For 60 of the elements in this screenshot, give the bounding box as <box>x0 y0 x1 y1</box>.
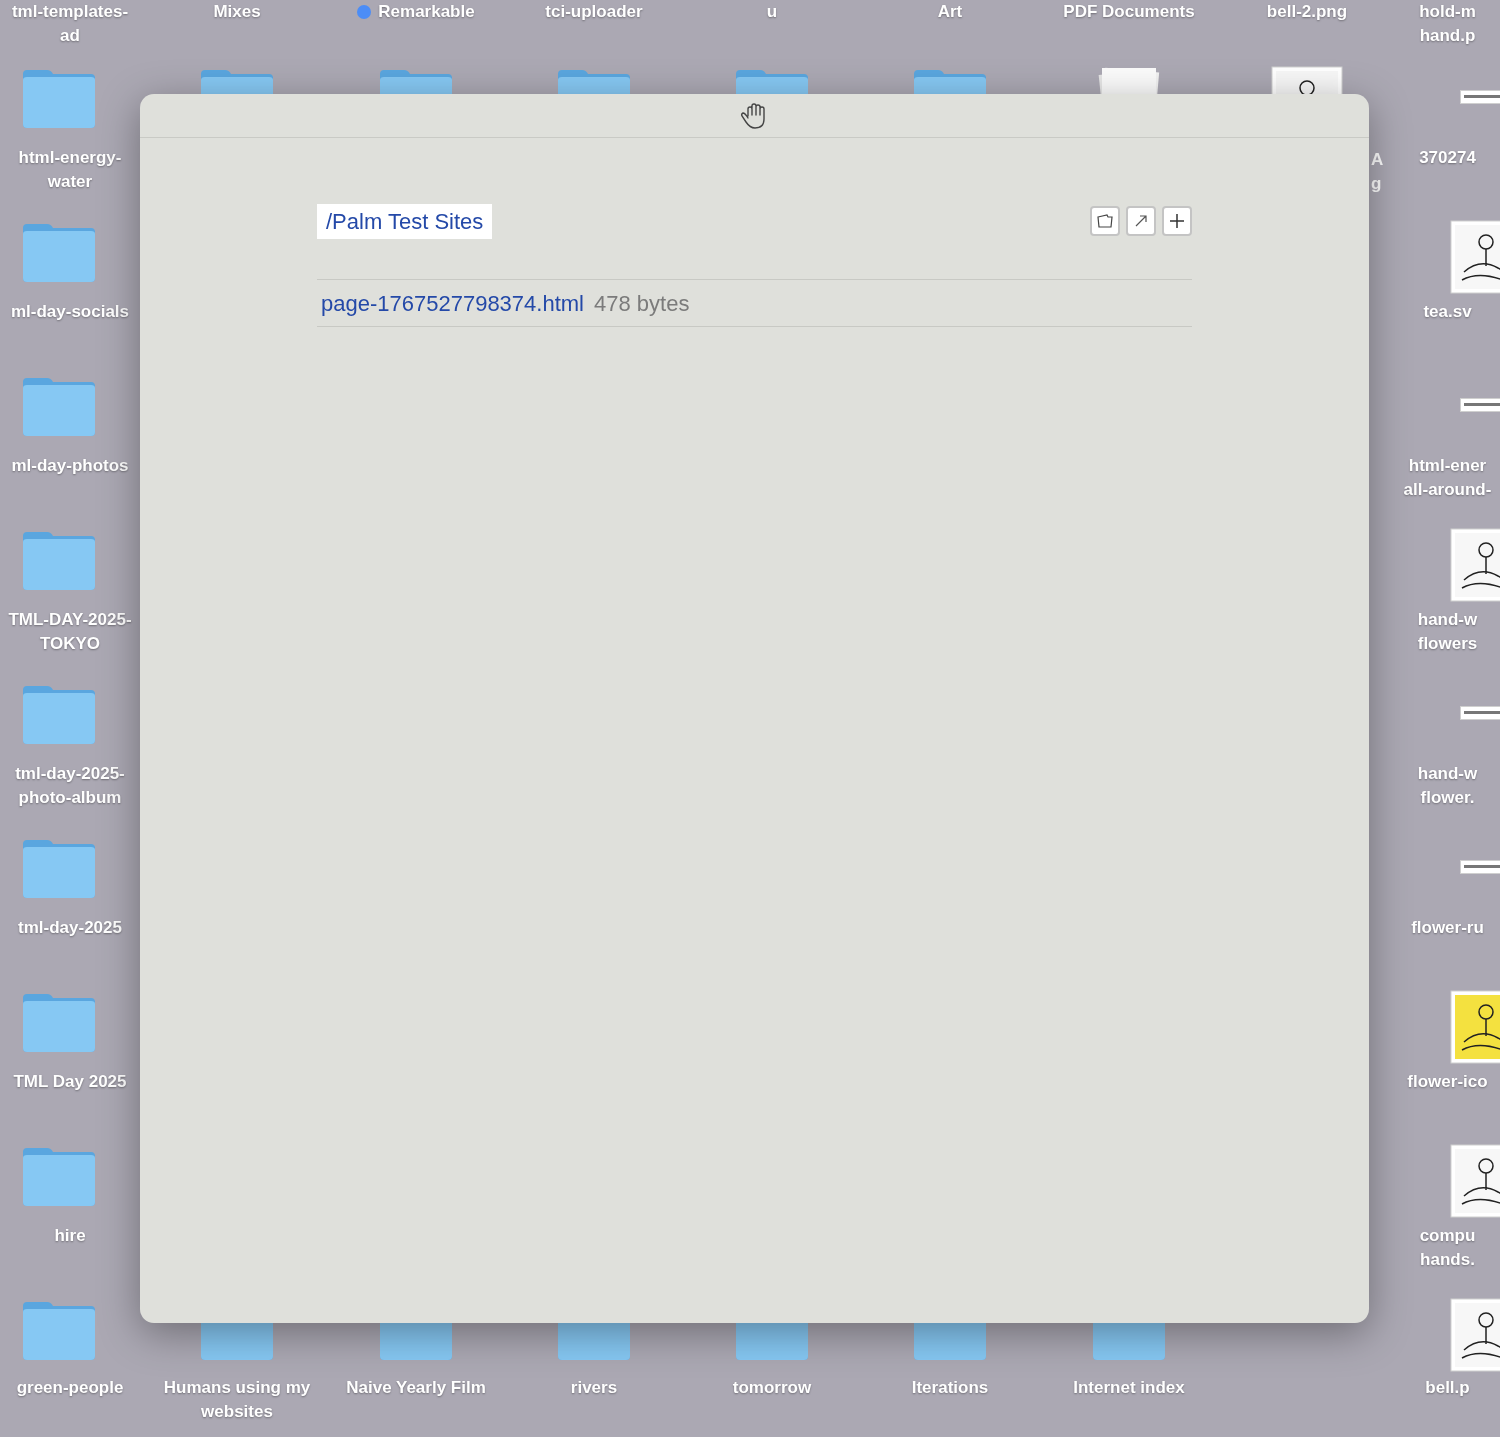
file-label[interactable]: Mixes <box>213 0 261 24</box>
file-label[interactable]: Internet index <box>1073 1376 1185 1400</box>
file-label[interactable]: flower. <box>1420 786 1475 810</box>
file-label[interactable]: photo-album <box>18 786 122 810</box>
path-label: /Palm Test Sites <box>317 203 493 239</box>
file-label[interactable]: Humans using my <box>163 1376 311 1400</box>
file-label[interactable]: ad <box>60 24 80 48</box>
folder-icon[interactable] <box>378 1323 454 1362</box>
file-label[interactable]: hold-m <box>1419 0 1476 24</box>
add-button[interactable] <box>1162 206 1192 236</box>
file-label[interactable]: flowers <box>1417 632 1478 656</box>
folder-icon[interactable] <box>199 1323 275 1362</box>
file-label[interactable]: Remarkable <box>378 0 475 24</box>
file-label[interactable]: TML Day 2025 <box>13 1070 127 1094</box>
file-label[interactable]: hands. <box>1420 1248 1475 1272</box>
file-label[interactable]: rivers <box>570 1376 618 1400</box>
file-label[interactable]: compu <box>1419 1224 1476 1248</box>
file-label[interactable]: Naive Yearly Film <box>346 1376 486 1400</box>
arrow-icon <box>1134 214 1148 228</box>
folder-icon[interactable] <box>556 1323 632 1362</box>
file-label[interactable]: TOKYO <box>39 632 101 656</box>
file-label[interactable]: ml-day-photos <box>11 454 129 478</box>
file-size: 478 bytes <box>594 289 690 318</box>
file-label[interactable]: hand-w <box>1417 608 1478 632</box>
file-label[interactable]: A <box>1371 148 1384 172</box>
plus-icon <box>1169 213 1185 229</box>
file-label[interactable]: hire <box>54 1224 86 1248</box>
file-label[interactable]: html-energy- <box>18 146 122 170</box>
file-label[interactable]: tomorrow <box>732 1376 812 1400</box>
file-label[interactable]: TML-DAY-2025- <box>8 608 132 632</box>
file-label[interactable]: Iterations <box>911 1376 989 1400</box>
file-label[interactable]: green-people <box>16 1376 124 1400</box>
file-label[interactable]: hand.p <box>1419 24 1476 48</box>
file-label[interactable]: tea.sv <box>1423 300 1472 324</box>
folder-icon[interactable] <box>1091 1323 1167 1362</box>
file-label[interactable]: all-around- <box>1403 478 1492 502</box>
file-link[interactable]: page-1767527798374.html <box>321 286 584 320</box>
file-label[interactable]: websites <box>201 1400 273 1424</box>
file-label[interactable]: water <box>47 170 93 194</box>
file-label[interactable]: ml-day-socials <box>10 300 130 324</box>
file-label[interactable]: tml-day-2025 <box>18 916 122 940</box>
file-label[interactable]: html-ener <box>1408 454 1487 478</box>
file-label[interactable]: tci-uploader <box>545 0 643 24</box>
file-label[interactable]: 370274 <box>1419 146 1476 170</box>
folder-icon[interactable] <box>734 1323 810 1362</box>
file-label[interactable]: tml-templates- <box>11 0 129 24</box>
file-label[interactable]: PDF Documents <box>1063 0 1195 24</box>
file-label[interactable]: bell-2.png <box>1266 0 1348 24</box>
file-label[interactable]: Art <box>937 0 963 24</box>
file-label[interactable]: bell.p <box>1425 1376 1470 1400</box>
folder-icon[interactable] <box>912 1323 988 1362</box>
open-external-button[interactable] <box>1126 206 1156 236</box>
file-label[interactable]: flower-ru <box>1411 916 1484 940</box>
file-label[interactable]: g <box>1371 172 1384 196</box>
folder-icon <box>1096 213 1114 229</box>
file-label[interactable]: flower-ico <box>1407 1070 1488 1094</box>
open-folder-button[interactable] <box>1090 206 1120 236</box>
file-label[interactable]: u <box>766 0 778 24</box>
file-label[interactable]: hand-w <box>1417 762 1478 786</box>
file-label[interactable]: tml-day-2025- <box>15 762 125 786</box>
